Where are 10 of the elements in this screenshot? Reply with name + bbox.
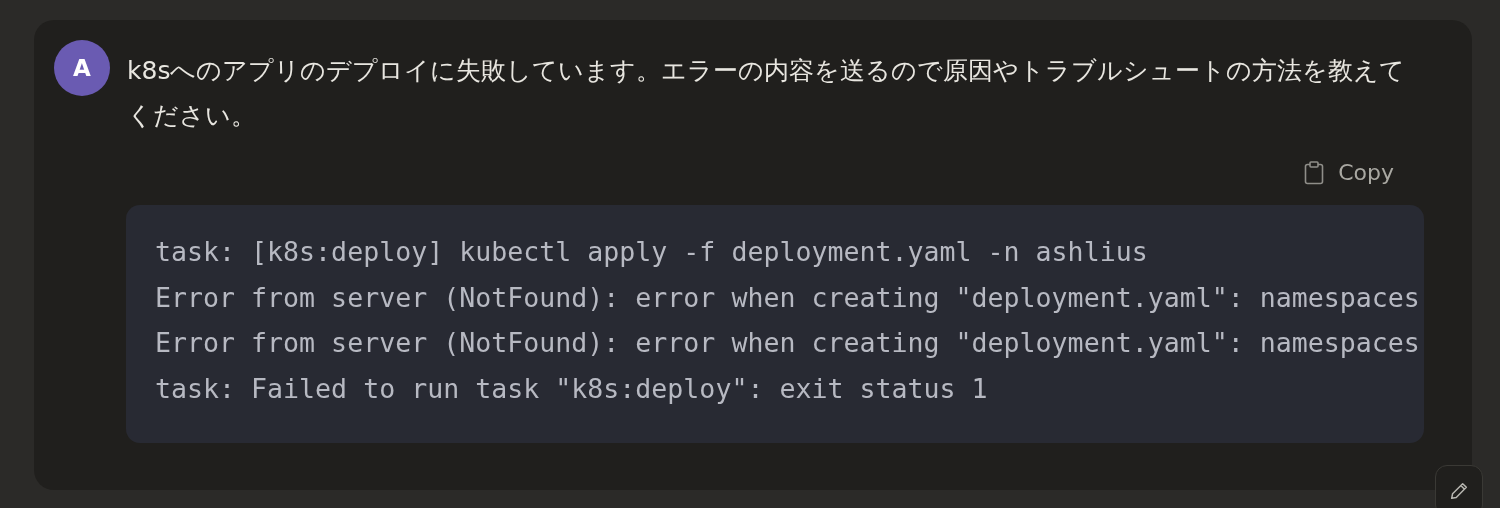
code-line: Error from server (NotFound): error when creating "deployment.yaml": namespaces (155, 280, 1421, 315)
copy-button[interactable]: Copy (1298, 156, 1400, 189)
edit-button[interactable] (1435, 465, 1483, 508)
message-text: k8sへのアプリのデプロイに失敗しています。エラーの内容を送るので原因やトラブルシュートの方法を教えてください。 (127, 55, 1407, 132)
code-line: Error from server (NotFound): error when creating "deployment.yaml": namespaces (155, 326, 1421, 361)
pencil-icon (1448, 480, 1470, 502)
clipboard-icon (1304, 160, 1325, 185)
code-line: task: [k8s:deploy] kubectl apply -f deployment.yaml -n ashlius (155, 235, 1149, 269)
code-line: task: Failed to run task "k8s:deploy": exit status 1 (155, 371, 989, 406)
user-avatar: A (54, 40, 110, 96)
